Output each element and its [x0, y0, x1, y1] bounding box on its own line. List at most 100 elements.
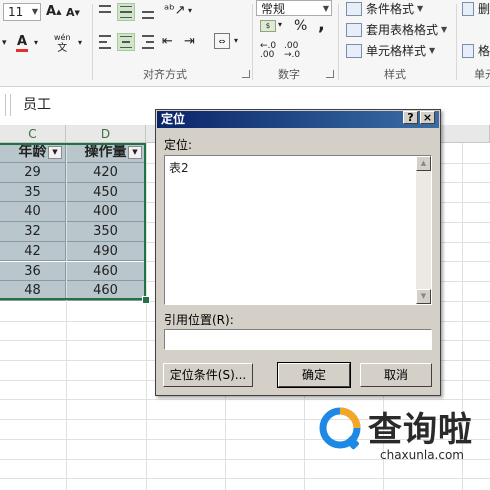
align-top-icon[interactable] — [96, 3, 114, 21]
name-box[interactable] — [0, 94, 6, 116]
decrease-decimal-icon[interactable]: .00 →.0 — [284, 42, 300, 60]
gridline — [0, 399, 490, 401]
merge-dropdown-icon[interactable]: ▾ — [234, 36, 238, 45]
align-bar — [146, 41, 154, 43]
gridline — [66, 143, 67, 490]
font-color-button[interactable]: A — [16, 34, 28, 52]
align-bar — [99, 41, 107, 43]
merge-center-icon[interactable]: ⇔ — [214, 33, 230, 49]
volume-cell[interactable]: 400 — [66, 202, 146, 223]
align-bar — [99, 11, 111, 13]
conditional-format-button[interactable]: 条件格式 ▼ — [346, 0, 423, 17]
accounting-dropdown-icon[interactable]: ▾ — [278, 20, 282, 29]
reference-input[interactable] — [164, 329, 432, 350]
alignment-launcher-icon[interactable] — [242, 70, 250, 78]
decrease-indent-icon[interactable]: ⇤ — [162, 34, 173, 49]
align-bar — [142, 17, 154, 19]
shrink-arrow-icon: ▼ — [74, 8, 80, 17]
align-bottom-icon[interactable] — [139, 3, 157, 21]
dialog-title-bar[interactable]: 定位 — [157, 111, 439, 128]
percent-style-button[interactable]: % — [294, 18, 307, 34]
goto-dialog: 定位 ? × 定位: 表2 ▲ ▼ 引用位置(R): 定位条件(S)... 确定… — [155, 109, 441, 396]
font-color-label: A — [16, 34, 28, 49]
age-cell[interactable]: 40 — [0, 202, 66, 223]
volume-cell[interactable]: 450 — [66, 182, 146, 203]
phonetic-dropdown-icon[interactable]: ▾ — [78, 38, 82, 47]
close-button[interactable]: × — [420, 111, 435, 124]
fill-dropdown-icon[interactable]: ▾ — [2, 38, 7, 48]
volume-cell[interactable]: 490 — [66, 241, 146, 262]
chevron-down-icon: ▼ — [441, 25, 448, 34]
age-cell[interactable]: 29 — [0, 163, 66, 183]
volume-cell[interactable]: 420 — [66, 163, 146, 183]
gridline — [146, 143, 147, 490]
group-separator — [338, 4, 339, 80]
align-bar — [99, 5, 111, 7]
styles-group-label: 样式 — [384, 68, 406, 81]
align-middle-icon[interactable] — [117, 3, 135, 21]
increase-indent-icon[interactable]: ⇥ — [184, 34, 195, 49]
age-cell[interactable]: 42 — [0, 241, 66, 262]
orientation-dropdown-icon[interactable]: ▾ — [188, 6, 192, 15]
filter-active-icon[interactable]: ▼ — [128, 146, 142, 159]
number-launcher-icon[interactable] — [326, 70, 334, 78]
format-as-table-button[interactable]: 套用表格格式 ▼ — [346, 21, 447, 38]
dialog-title: 定位 — [161, 112, 186, 126]
conditional-format-icon — [346, 1, 362, 16]
volume-cell[interactable]: 460 — [66, 261, 146, 282]
column-header-d[interactable]: D — [66, 125, 146, 143]
shrink-font-button[interactable]: A ▼ — [66, 6, 80, 19]
fill-handle[interactable] — [142, 296, 150, 304]
font-color-dropdown-icon[interactable]: ▾ — [34, 38, 38, 47]
vertical-scrollbar[interactable]: ▲ ▼ — [416, 156, 431, 304]
align-bar — [99, 47, 111, 49]
phonetic-char: 文 — [57, 43, 68, 54]
volume-cell[interactable]: 350 — [66, 222, 146, 242]
align-center-icon[interactable] — [117, 33, 135, 51]
watermark-brand: 查询啦 — [368, 410, 473, 450]
scroll-up-icon[interactable]: ▲ — [416, 156, 431, 171]
increase-decimal-icon[interactable]: ←.0.00 — [260, 42, 276, 60]
table-icon — [346, 22, 362, 37]
grow-font-button[interactable]: A ▲ — [46, 4, 61, 19]
font-size-value: 11 — [8, 5, 24, 19]
font-size-dropdown[interactable]: 11 ▼ — [3, 3, 41, 21]
goto-special-button[interactable]: 定位条件(S)... — [163, 363, 253, 387]
cancel-button[interactable]: 取消 — [360, 363, 432, 387]
volume-cell[interactable]: 460 — [66, 281, 146, 301]
group-separator — [252, 4, 253, 80]
formula-value: 员工 — [23, 97, 51, 113]
help-button[interactable]: ? — [403, 111, 418, 124]
reference-label: 引用位置(R): — [164, 313, 234, 327]
align-bar — [122, 41, 130, 43]
grow-arrow-icon: ▲ — [56, 7, 62, 16]
format-cells-button[interactable]: 格 — [462, 42, 490, 59]
column-header-c[interactable]: C — [0, 125, 66, 143]
accounting-format-icon[interactable]: $ — [260, 20, 276, 32]
align-bar — [120, 11, 132, 13]
phonetic-button[interactable]: wén 文 — [54, 32, 71, 54]
age-cell[interactable]: 48 — [0, 281, 66, 301]
watermark-logo — [319, 407, 361, 450]
orientation-icon[interactable]: ᵃᵇ↗ — [164, 3, 186, 18]
format-as-table-label: 套用表格格式 — [366, 23, 439, 37]
comma-style-button[interactable]: , — [318, 14, 325, 35]
cell-styles-label: 单元格样式 — [366, 44, 427, 58]
age-cell[interactable]: 35 — [0, 182, 66, 203]
delete-label: 删 — [478, 2, 490, 16]
header-cell-age[interactable]: 年龄 ▼ — [0, 143, 66, 163]
header-cell-volume[interactable]: 操作量 ▼ — [66, 143, 146, 163]
align-right-icon[interactable] — [139, 33, 157, 51]
format-label: 格 — [478, 44, 490, 58]
cell-styles-button[interactable]: 单元格样式 ▼ — [346, 42, 435, 59]
filter-dropdown-icon[interactable]: ▼ — [48, 146, 62, 159]
align-bar — [120, 36, 132, 38]
age-cell[interactable]: 32 — [0, 222, 66, 242]
goto-list-item[interactable]: 表2 — [169, 159, 189, 176]
ok-button[interactable]: 确定 — [277, 362, 351, 388]
goto-listbox[interactable]: 表2 ▲ ▼ — [164, 155, 432, 305]
delete-cells-button[interactable]: 删 — [462, 0, 490, 17]
scroll-down-icon[interactable]: ▼ — [416, 289, 431, 304]
align-left-icon[interactable] — [96, 33, 114, 51]
age-cell[interactable]: 36 — [0, 261, 66, 282]
